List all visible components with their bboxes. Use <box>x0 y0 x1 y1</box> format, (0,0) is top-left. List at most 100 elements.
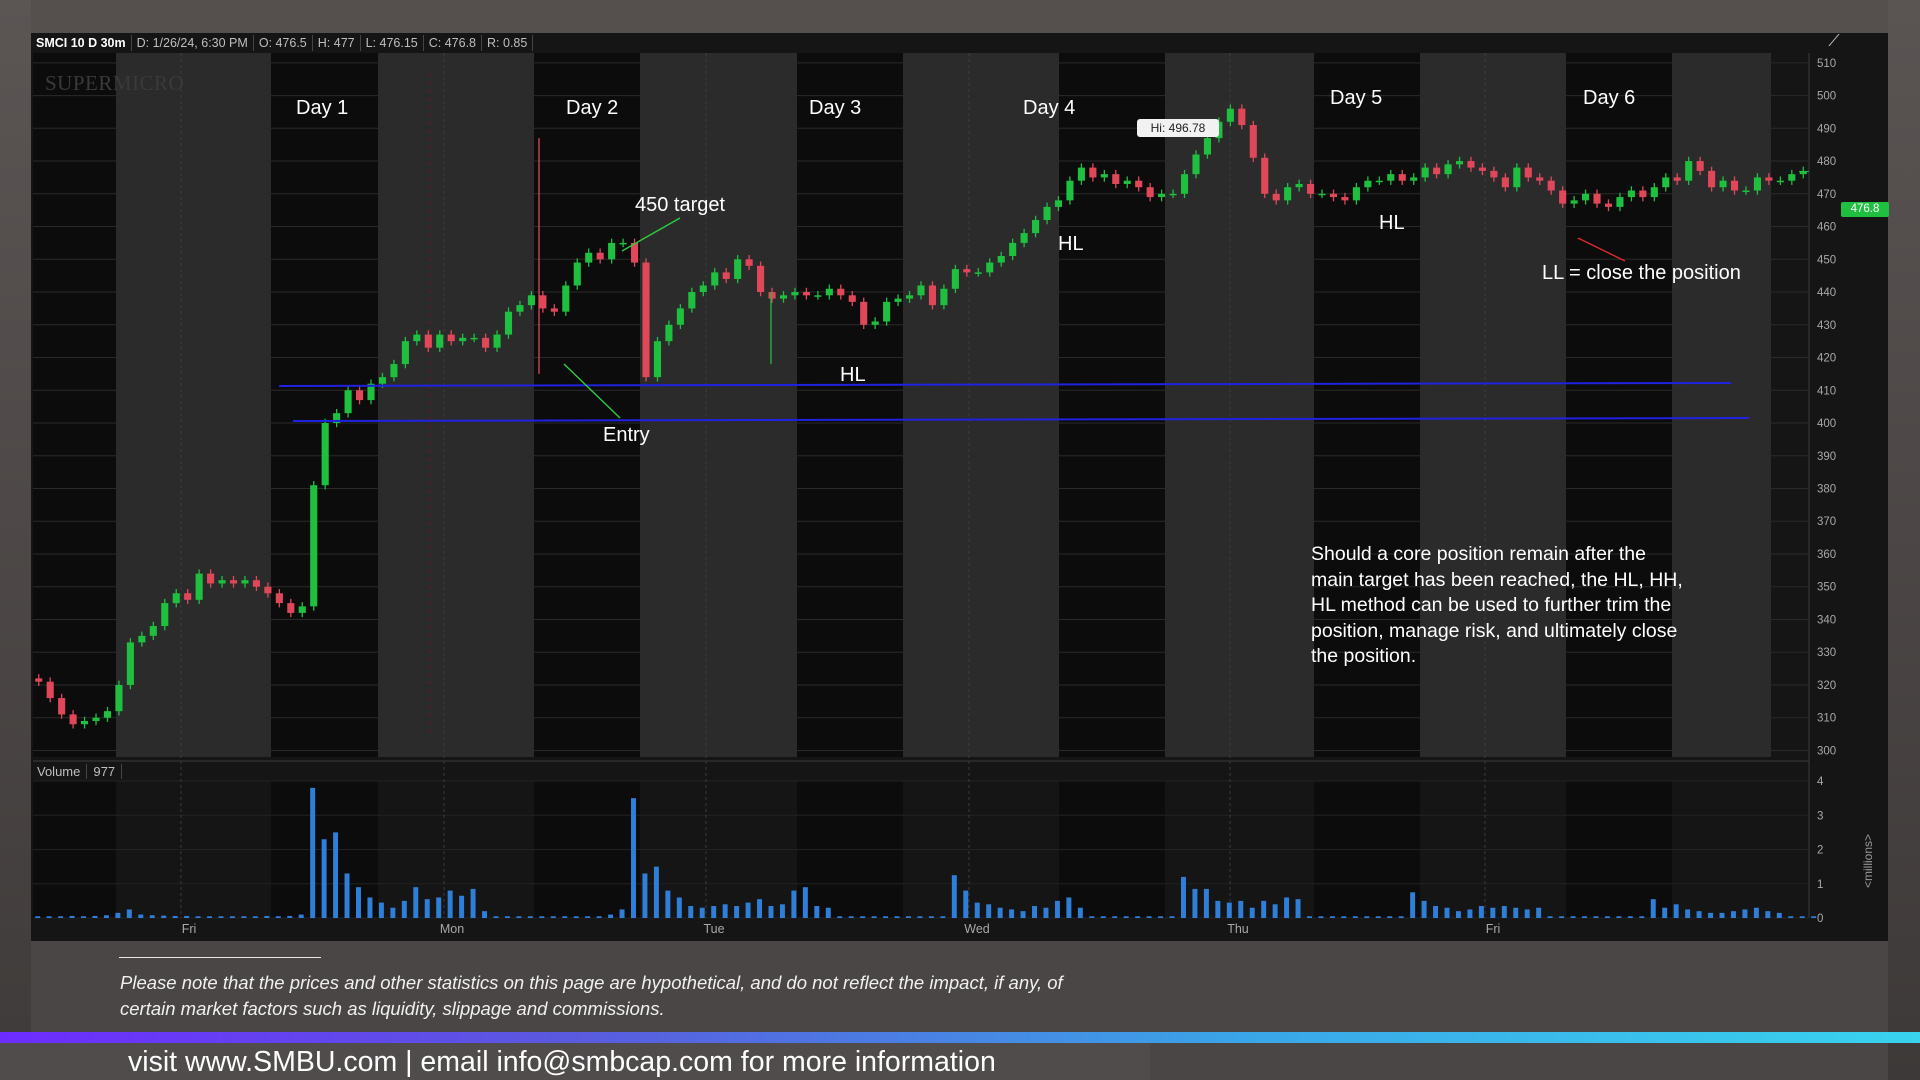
candle-body <box>745 259 753 266</box>
volume-bar <box>928 916 934 918</box>
candle-body <box>1169 193 1177 196</box>
candle-body <box>573 262 581 286</box>
volume-bar <box>1112 916 1118 918</box>
candle-body <box>791 292 799 296</box>
volume-bar <box>1180 876 1186 918</box>
volume-bar <box>413 887 419 918</box>
candle-body <box>1627 190 1635 198</box>
volume-bar <box>1100 916 1106 918</box>
candle-body <box>92 717 100 721</box>
price-chart[interactable]: 5105004904804704604504404304204104003903… <box>31 33 1888 941</box>
volume-bar <box>390 907 396 918</box>
candle-body <box>1524 167 1532 178</box>
candle-body <box>802 292 810 296</box>
volume-bar <box>963 890 969 918</box>
high-readout: H: 477 <box>313 35 361 51</box>
candle-body <box>207 573 215 584</box>
candle-body <box>814 295 822 297</box>
candle-body <box>35 678 43 682</box>
volume-bar <box>92 915 98 918</box>
candle-body <box>539 295 547 309</box>
session-shade-price <box>33 53 116 757</box>
volume-bar <box>1009 909 1015 918</box>
candle-body <box>1375 180 1383 183</box>
volume-bar <box>1696 911 1702 918</box>
candle-body <box>825 288 833 296</box>
volume-bar <box>1811 916 1817 918</box>
price-tick-label: 370 <box>1817 516 1836 528</box>
candle-body <box>275 593 283 604</box>
chart-window[interactable]: 510 500 490 480 470 460 450 440 430 420 410 400 390 3… <box>31 33 1889 941</box>
candle-body <box>241 580 249 584</box>
gradient-bar <box>0 1032 1920 1043</box>
session-shade-price <box>534 53 640 757</box>
chart-style-icon[interactable]: ⟋ <box>1822 33 1846 53</box>
volume-bar <box>207 916 213 918</box>
volume-bar <box>745 902 751 918</box>
volume-bar <box>1501 906 1507 918</box>
price-tick-label: 340 <box>1817 614 1836 626</box>
volume-label: Volume <box>31 763 88 779</box>
x-axis-label: Fri <box>182 922 197 936</box>
candle-body <box>596 252 604 260</box>
volume-bar <box>1215 900 1221 918</box>
volume-bar <box>768 906 774 918</box>
volume-bar <box>1261 900 1267 918</box>
candle-body <box>459 337 467 342</box>
price-tick-label: 450 <box>1817 254 1836 266</box>
candle-body <box>138 635 146 643</box>
candle-body <box>482 337 490 348</box>
candle-body <box>298 606 306 613</box>
volume-tick-label: 2 <box>1817 845 1823 857</box>
volume-bar <box>470 888 476 918</box>
candle-body <box>1490 170 1498 178</box>
volume-bar <box>103 915 109 918</box>
volume-bar <box>1639 916 1645 918</box>
candle-body <box>229 580 238 584</box>
volume-value: 977 <box>87 763 123 779</box>
price-tick-label: 500 <box>1817 91 1836 103</box>
price-tick-label: 360 <box>1817 549 1836 561</box>
volume-bar <box>550 916 556 918</box>
low-readout: L: 476.15 <box>361 35 424 51</box>
candle-body <box>1708 170 1716 188</box>
volume-bar <box>1421 900 1427 918</box>
volume-bar <box>1536 907 1542 918</box>
candle-body <box>1089 167 1097 178</box>
volume-bar <box>997 907 1003 918</box>
volume-bar <box>1066 897 1072 918</box>
volume-bar <box>310 787 316 918</box>
background-right <box>1888 0 1920 1080</box>
candle-body <box>837 288 845 296</box>
price-tick-label: 490 <box>1817 123 1836 135</box>
volume-bar <box>894 916 900 918</box>
price-tick-label: 420 <box>1817 353 1836 365</box>
candle-body <box>1307 183 1315 194</box>
date-readout: D: 1/26/24, 6:30 PM <box>132 35 254 51</box>
candle-body <box>1284 187 1292 201</box>
candle-body <box>986 262 994 273</box>
day3-label: Day 3 <box>809 97 862 119</box>
volume-bar <box>951 875 957 918</box>
candle-body <box>1547 180 1555 191</box>
candle-body <box>883 301 891 322</box>
candle-body <box>46 681 54 699</box>
volume-bar <box>688 906 694 918</box>
candle-body <box>344 390 352 414</box>
session-shade-price <box>797 53 903 757</box>
volume-bar <box>58 916 64 918</box>
candle-body <box>1685 161 1693 181</box>
candle-body <box>1513 167 1521 188</box>
symbol-label[interactable]: SMCI 10 D 30m <box>31 35 132 51</box>
candle-body <box>653 341 662 378</box>
volume-bar <box>321 839 327 918</box>
volume-bar <box>974 902 980 918</box>
price-tick-label: 380 <box>1817 483 1836 495</box>
candle-body <box>608 242 616 260</box>
volume-bar <box>367 897 373 918</box>
strategy-note: Should a core position remain after the … <box>1311 543 1683 667</box>
volume-bar <box>344 873 350 918</box>
volume-bar <box>46 916 52 918</box>
volume-bar <box>1043 907 1049 918</box>
volume-bar <box>665 890 671 918</box>
